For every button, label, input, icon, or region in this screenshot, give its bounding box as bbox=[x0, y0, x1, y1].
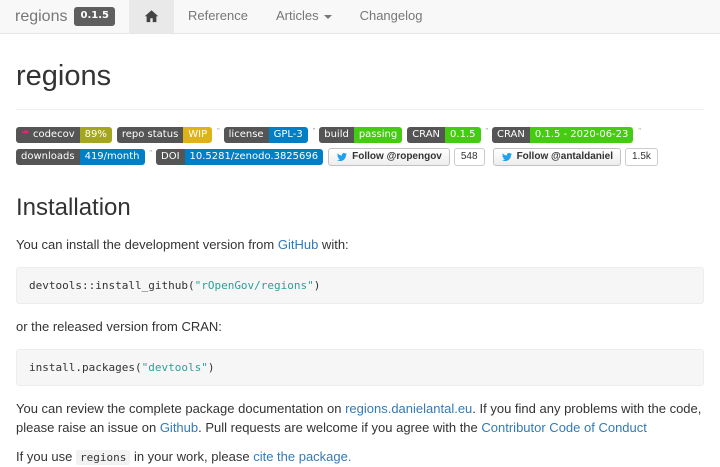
stray-quote-artifact: " bbox=[638, 127, 641, 137]
twitter-follower-count[interactable]: 1.5k bbox=[625, 148, 658, 166]
nav-item-home[interactable] bbox=[129, 0, 174, 33]
badge-row-1: ☂ codecov 89% repo status WIP " license … bbox=[16, 127, 704, 143]
twitter-follow-antaldaniel: Follow @antaldaniel 1.5k bbox=[493, 148, 658, 166]
badge-value: 89% bbox=[80, 127, 112, 143]
badge-value: 0.1.5 bbox=[445, 127, 480, 143]
badge-label: license bbox=[224, 127, 269, 143]
badge-value: 0.1.5 - 2020-06-23 bbox=[530, 127, 634, 143]
navbar-items: Reference Articles Changelog bbox=[129, 0, 437, 33]
badge-build[interactable]: build passing bbox=[319, 127, 402, 143]
paragraph-citation: If you use regions in your work, please … bbox=[16, 448, 704, 467]
code-string: "devtools" bbox=[142, 361, 208, 374]
main-content: regions ☂ codecov 89% repo status WIP " … bbox=[0, 55, 720, 467]
badge-codecov[interactable]: ☂ codecov 89% bbox=[16, 127, 112, 143]
badge-label-text: codecov bbox=[33, 130, 75, 140]
text-segment: with: bbox=[318, 237, 348, 252]
code-text: ) bbox=[208, 361, 215, 374]
badge-cran-version[interactable]: CRAN 0.1.5 bbox=[407, 127, 480, 143]
link-docs-site[interactable]: regions.danielantal.eu bbox=[345, 401, 472, 416]
navbar: regions 0.1.5 Reference Articles Changel… bbox=[0, 0, 720, 34]
stray-quote-artifact: " bbox=[217, 127, 220, 137]
nav-item-reference[interactable]: Reference bbox=[174, 0, 262, 33]
divider bbox=[16, 109, 704, 110]
page-title: regions bbox=[16, 55, 704, 97]
text-segment: You can review the complete package docu… bbox=[16, 401, 345, 416]
code-text: devtools::install_github( bbox=[29, 279, 195, 292]
twitter-follower-count[interactable]: 548 bbox=[454, 148, 485, 166]
badge-row-2: downloads 419/month " DOI 10.5281/zenodo… bbox=[16, 148, 704, 166]
badge-label: downloads bbox=[16, 149, 80, 165]
version-badge: 0.1.5 bbox=[74, 7, 114, 26]
twitter-follow-button[interactable]: Follow @ropengov bbox=[328, 148, 450, 166]
nav-item-changelog[interactable]: Changelog bbox=[346, 0, 437, 33]
code-text: install.packages( bbox=[29, 361, 142, 374]
badge-value: GPL-3 bbox=[269, 127, 308, 143]
navbar-brand[interactable]: regions 0.1.5 bbox=[0, 0, 129, 33]
link-github[interactable]: GitHub bbox=[278, 237, 318, 252]
badge-repo-status[interactable]: repo status WIP bbox=[117, 127, 212, 143]
text-segment: . Pull requests are welcome if you agree… bbox=[198, 420, 481, 435]
twitter-follow-label: Follow @ropengov bbox=[352, 151, 442, 163]
chevron-down-icon bbox=[324, 15, 332, 19]
codecov-umbrella-icon: ☂ bbox=[21, 130, 30, 140]
paragraph-install-cran: or the released version from CRAN: bbox=[16, 318, 704, 337]
code-text: ) bbox=[314, 279, 321, 292]
twitter-follow-button[interactable]: Follow @antaldaniel bbox=[493, 148, 621, 166]
badge-label: CRAN bbox=[492, 127, 530, 143]
home-icon bbox=[143, 8, 160, 25]
nav-label-changelog: Changelog bbox=[360, 7, 423, 26]
badge-label: DOI bbox=[156, 149, 185, 165]
badge-label: repo status bbox=[117, 127, 183, 143]
stray-quote-artifact: " bbox=[150, 149, 153, 159]
link-github-issues[interactable]: Github bbox=[160, 420, 198, 435]
badge-value: WIP bbox=[183, 127, 212, 143]
inline-code-regions: regions bbox=[76, 450, 130, 465]
text-segment: in your work, please bbox=[130, 449, 253, 464]
text-segment: You can install the development version … bbox=[16, 237, 278, 252]
paragraph-install-dev: You can install the development version … bbox=[16, 236, 704, 255]
code-string: "rOpenGov/regions" bbox=[195, 279, 314, 292]
section-heading-installation: Installation bbox=[16, 191, 704, 226]
badge-label: build bbox=[319, 127, 354, 143]
link-cite-package[interactable]: cite the package. bbox=[253, 449, 351, 464]
text-segment: If you use bbox=[16, 449, 76, 464]
badge-label: CRAN bbox=[407, 127, 445, 143]
badge-value: passing bbox=[354, 127, 402, 143]
twitter-bird-icon bbox=[336, 152, 348, 162]
brand-title: regions bbox=[15, 5, 67, 28]
badge-value: 419/month bbox=[80, 149, 145, 165]
code-block-install-packages: install.packages("devtools") bbox=[16, 349, 704, 386]
twitter-bird-icon bbox=[501, 152, 513, 162]
paragraph-documentation: You can review the complete package docu… bbox=[16, 400, 704, 438]
badge-downloads[interactable]: downloads 419/month bbox=[16, 149, 145, 165]
link-code-of-conduct[interactable]: Contributor Code of Conduct bbox=[481, 420, 646, 435]
badge-cran-release-date[interactable]: CRAN 0.1.5 - 2020-06-23 bbox=[492, 127, 633, 143]
twitter-follow-label: Follow @antaldaniel bbox=[517, 151, 613, 163]
badge-doi[interactable]: DOI 10.5281/zenodo.3825696 bbox=[156, 149, 323, 165]
badge-license[interactable]: license GPL-3 bbox=[224, 127, 308, 143]
nav-label-reference: Reference bbox=[188, 7, 248, 26]
stray-quote-artifact: " bbox=[486, 127, 489, 137]
badge-label: ☂ codecov bbox=[16, 127, 80, 143]
nav-item-articles[interactable]: Articles bbox=[262, 0, 346, 33]
twitter-follow-ropengov: Follow @ropengov 548 bbox=[328, 148, 484, 166]
badge-value: 10.5281/zenodo.3825696 bbox=[185, 149, 324, 165]
nav-label-articles: Articles bbox=[276, 7, 319, 26]
code-block-install-github: devtools::install_github("rOpenGov/regio… bbox=[16, 267, 704, 304]
stray-quote-artifact: " bbox=[313, 127, 316, 137]
